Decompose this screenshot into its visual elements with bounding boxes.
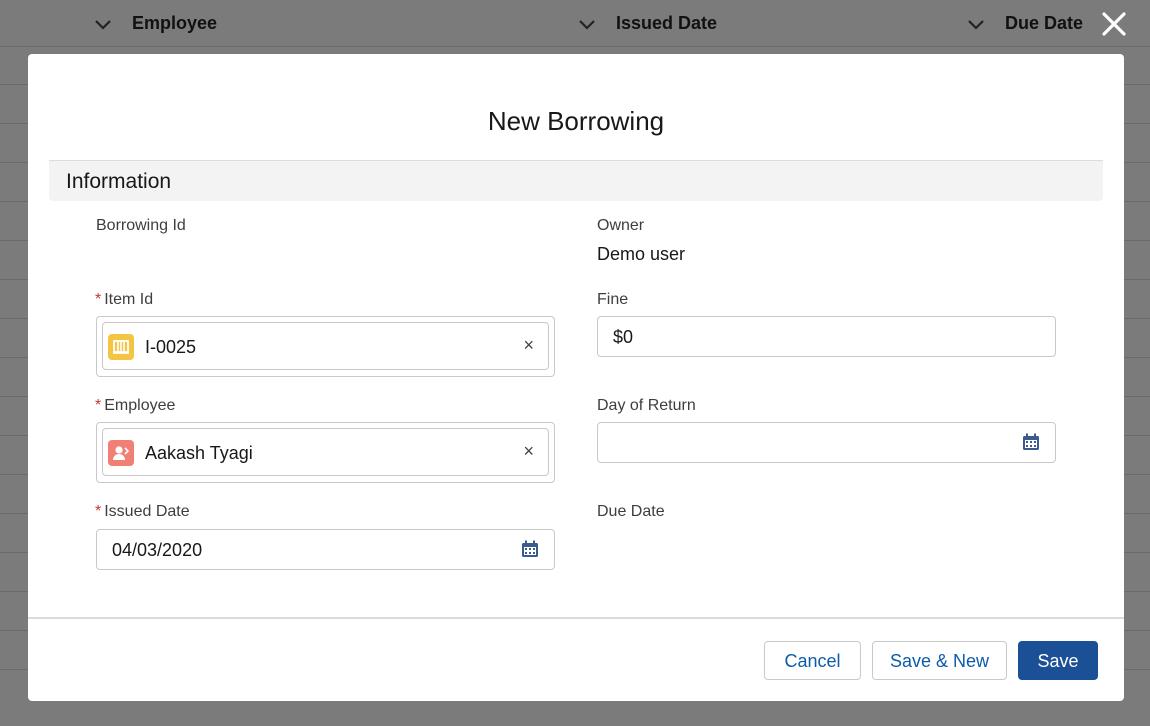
section-header-information: Information — [49, 160, 1103, 201]
modal-footer: Cancel Save & New Save — [28, 617, 1124, 703]
employee-lookup: Aakash Tyagi × — [96, 422, 555, 483]
contact-object-icon — [108, 440, 134, 466]
fine-label: Fine — [597, 291, 629, 308]
remove-icon[interactable]: × — [523, 441, 534, 462]
owner-value: Demo user — [597, 244, 686, 264]
issued-date-value: 04/03/2020 — [112, 540, 203, 560]
fine-value: $0 — [613, 327, 634, 347]
required-marker: * — [95, 503, 102, 520]
due-date-label: Due Date — [597, 503, 665, 520]
required-marker: * — [95, 291, 102, 308]
employee-value: Aakash Tyagi — [145, 443, 253, 463]
issued-date-label: * Issued Date — [95, 503, 190, 521]
save-and-new-button[interactable]: Save & New — [872, 641, 1007, 680]
background-list-header: Employee Issued Date Due Date — [0, 0, 1150, 46]
borrowing-id-label: Borrowing Id — [96, 217, 186, 234]
issued-date-input[interactable]: 04/03/2020 — [96, 529, 555, 570]
employee-label: * Employee — [95, 397, 175, 415]
item-id-lookup: I-0025 × — [96, 316, 555, 377]
save-button[interactable]: Save — [1018, 641, 1098, 680]
owner-label: Owner — [597, 217, 645, 234]
modal-title: New Borrowing — [487, 106, 665, 136]
item-id-pill[interactable]: I-0025 × — [102, 322, 549, 370]
calendar-icon[interactable] — [1022, 433, 1040, 451]
employee-pill[interactable]: Aakash Tyagi × — [102, 428, 549, 476]
chevron-down-icon[interactable] — [577, 14, 597, 34]
fine-input[interactable]: $0 — [597, 316, 1056, 357]
row-divider — [0, 46, 1150, 47]
item-id-value: I-0025 — [145, 337, 197, 357]
day-of-return-label: Day of Return — [597, 397, 696, 414]
chevron-down-icon[interactable] — [93, 14, 113, 34]
new-borrowing-modal: New Borrowing Information Borrowing Id O… — [28, 54, 1124, 701]
cancel-button[interactable]: Cancel — [764, 641, 861, 680]
issued-date-label-text: Issued Date — [104, 503, 190, 520]
item-object-icon — [108, 334, 134, 360]
chevron-down-icon[interactable] — [966, 14, 986, 34]
close-icon[interactable] — [1098, 8, 1130, 40]
employee-label-text: Employee — [104, 397, 176, 414]
section-title: Information — [66, 170, 172, 193]
day-of-return-input[interactable] — [597, 422, 1056, 463]
required-marker: * — [95, 397, 102, 414]
column-header-employee[interactable]: Employee — [132, 13, 217, 34]
remove-icon[interactable]: × — [523, 335, 534, 356]
item-id-label: * Item Id — [95, 291, 153, 309]
column-header-due-date[interactable]: Due Date — [1005, 13, 1083, 34]
item-id-label-text: Item Id — [104, 291, 154, 308]
column-header-issued-date[interactable]: Issued Date — [616, 13, 717, 34]
calendar-icon[interactable] — [521, 540, 539, 558]
